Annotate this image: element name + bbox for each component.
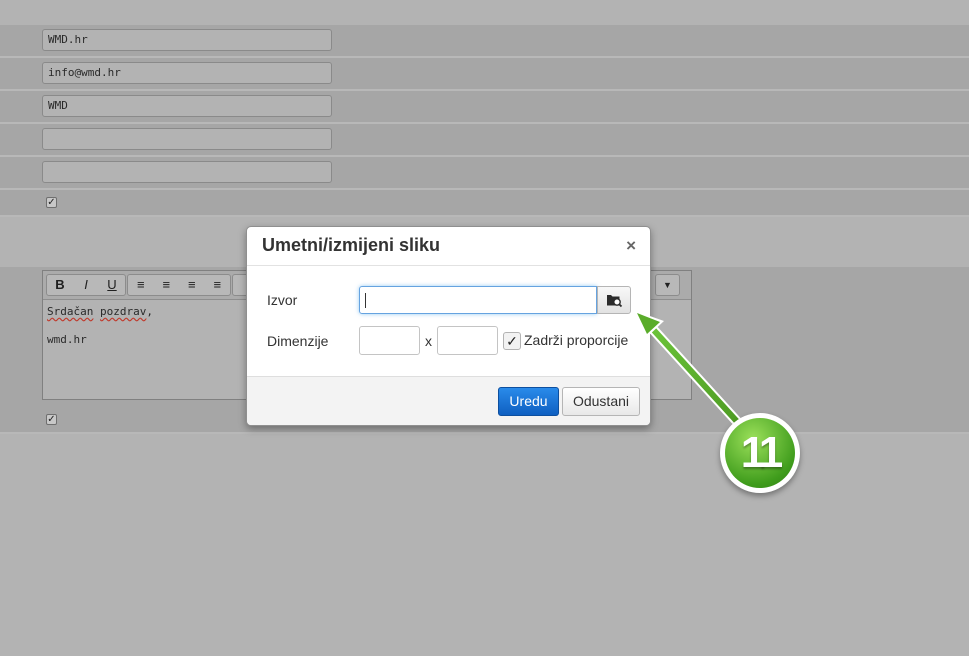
align-center-button[interactable]: ≡ bbox=[154, 275, 180, 295]
source-input[interactable] bbox=[359, 286, 597, 314]
editor-punct: , bbox=[146, 305, 153, 318]
keep-proportions-checkbox[interactable]: ✓ bbox=[503, 332, 521, 350]
editor-line: wmd.hr bbox=[47, 333, 87, 346]
height-input[interactable] bbox=[437, 326, 498, 355]
step-number: 11 bbox=[725, 418, 795, 488]
keep-proportions-label: Zadrži proporcije bbox=[524, 332, 629, 348]
check-icon: ✓ bbox=[47, 197, 56, 208]
browse-image-button[interactable] bbox=[597, 286, 631, 314]
align-justify-button[interactable]: ≡ bbox=[205, 275, 231, 295]
format-button-group: B I U bbox=[46, 274, 126, 296]
italic-button[interactable]: I bbox=[73, 275, 99, 295]
cancel-button[interactable]: Odustani bbox=[562, 387, 640, 416]
align-button-group: ≡ ≡ ≡ ≡ bbox=[127, 274, 231, 296]
align-right-button[interactable]: ≡ bbox=[179, 275, 205, 295]
image-browse-icon bbox=[607, 295, 623, 308]
check-icon: ✓ bbox=[506, 333, 518, 349]
editor-word: pozdrav bbox=[99, 305, 147, 318]
align-left-button[interactable]: ≡ bbox=[128, 275, 154, 295]
ok-button[interactable]: Uredu bbox=[498, 387, 559, 416]
width-input[interactable] bbox=[359, 326, 420, 355]
check-icon: ✓ bbox=[47, 414, 56, 425]
dialog-header: Umetni/izmijeni sliku × bbox=[247, 227, 650, 266]
source-label: Izvor bbox=[267, 292, 298, 308]
editor-space bbox=[93, 305, 100, 318]
close-icon[interactable]: × bbox=[626, 236, 636, 256]
text-field-5[interactable] bbox=[42, 161, 332, 183]
dialog-footer: Uredu Odustani bbox=[247, 376, 650, 425]
editor-enabled-checkbox[interactable]: ✓ bbox=[46, 414, 57, 425]
caret-down-icon: ▼ bbox=[663, 280, 672, 290]
editor-word: Srdačan bbox=[47, 305, 94, 318]
text-field-4[interactable] bbox=[42, 128, 332, 150]
bold-button[interactable]: B bbox=[47, 275, 73, 295]
email-field[interactable]: info@wmd.hr bbox=[42, 62, 332, 84]
insert-image-dialog: Umetni/izmijeni sliku × Izvor Dimenzije … bbox=[246, 226, 651, 426]
enabled-checkbox[interactable]: ✓ bbox=[46, 197, 57, 208]
step-badge: 11 bbox=[720, 413, 800, 493]
site-name-field[interactable]: WMD.hr bbox=[42, 29, 332, 51]
top-strip bbox=[0, 0, 969, 25]
text-caret bbox=[365, 293, 366, 308]
dialog-title: Umetni/izmijeni sliku bbox=[262, 235, 441, 255]
dimensions-label: Dimenzije bbox=[267, 333, 329, 349]
editor-content[interactable]: Srdačan pozdrav, wmd.hr bbox=[47, 305, 153, 347]
underline-button[interactable]: U bbox=[99, 275, 125, 295]
dimension-separator: x bbox=[425, 333, 432, 349]
form-row bbox=[0, 190, 969, 217]
more-dropdown[interactable]: ▼ bbox=[655, 274, 680, 296]
short-name-field[interactable]: WMD bbox=[42, 95, 332, 117]
